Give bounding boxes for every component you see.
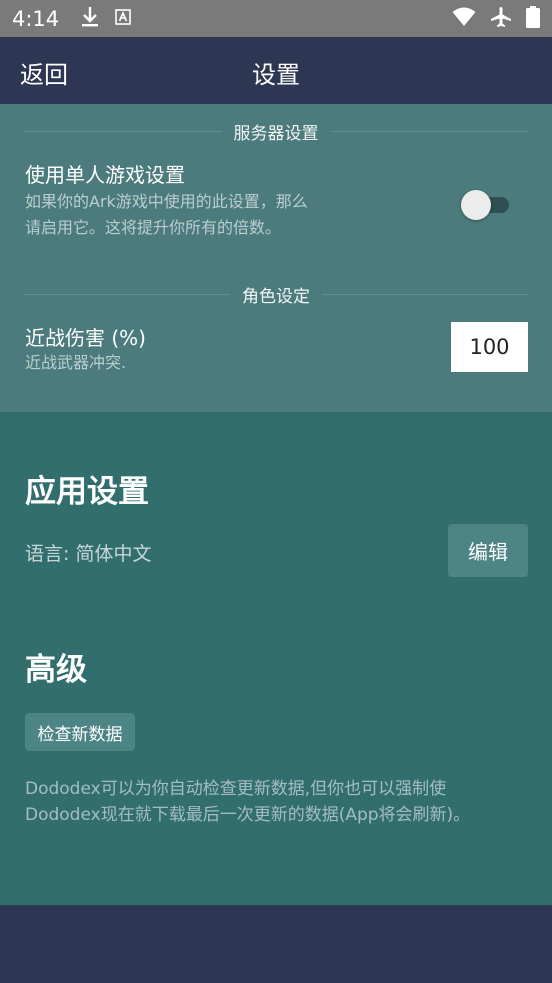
battery-icon [526, 5, 540, 32]
divider-line [330, 130, 528, 132]
status-bar: 4:14 [0, 0, 552, 37]
language-text: 语言: 简体中文 [25, 543, 152, 565]
status-time: 4:14 [12, 6, 60, 31]
airplane-icon [490, 6, 512, 32]
font-a-icon [115, 8, 131, 29]
edit-language-button[interactable]: 编辑 [448, 524, 528, 577]
check-new-data-button[interactable]: 检查新数据 [25, 713, 135, 751]
divider-line [24, 130, 222, 132]
single-player-desc-line1: 如果你的Ark游戏中使用的此设置，那么 [25, 192, 308, 211]
server-settings-divider: 服务器设置 [24, 121, 528, 144]
divider-line [24, 293, 230, 295]
divider-line [322, 293, 528, 295]
bottom-bar [0, 905, 552, 983]
app-settings-heading: 应用设置 [25, 474, 149, 510]
advanced-info-line1: Dododex可以为你自动检查更新数据,但你也可以强制使 [25, 779, 447, 799]
wifi-icon [452, 7, 476, 31]
server-settings-panel: 服务器设置 使用单人游戏设置 如果你的Ark游戏中使用的此设置，那么 请启用它。… [0, 104, 552, 412]
app-settings-panel: 应用设置 语言: 简体中文 编辑 高级 检查新数据 Dododex可以为你自动检… [0, 412, 552, 905]
status-right-icons [452, 5, 540, 32]
status-left-icons [81, 6, 131, 32]
single-player-toggle[interactable] [461, 190, 511, 220]
download-icon [81, 6, 99, 32]
single-player-title: 使用单人游戏设置 [25, 163, 185, 187]
toggle-thumb [461, 190, 491, 220]
melee-damage-input[interactable] [451, 322, 528, 372]
app-bar: 返回 设置 [0, 37, 552, 104]
advanced-info-text: Dododex可以为你自动检查更新数据,但你也可以强制使 Dododex现在就下… [25, 776, 535, 828]
single-player-desc-line2: 请启用它。这将提升你所有的倍数。 [25, 218, 282, 237]
character-settings-divider: 角色设定 [24, 284, 528, 307]
advanced-info-line2: Dododex现在就下载最后一次更新的数据(App将会刷新)。 [25, 805, 471, 825]
page-title: 设置 [252, 61, 300, 89]
server-settings-label: 服务器设置 [233, 123, 319, 144]
advanced-heading: 高级 [25, 652, 87, 688]
character-settings-label: 角色设定 [242, 286, 310, 307]
melee-damage-desc: 近战武器冲突. [25, 353, 127, 372]
melee-damage-title: 近战伤害 (%) [25, 326, 146, 350]
